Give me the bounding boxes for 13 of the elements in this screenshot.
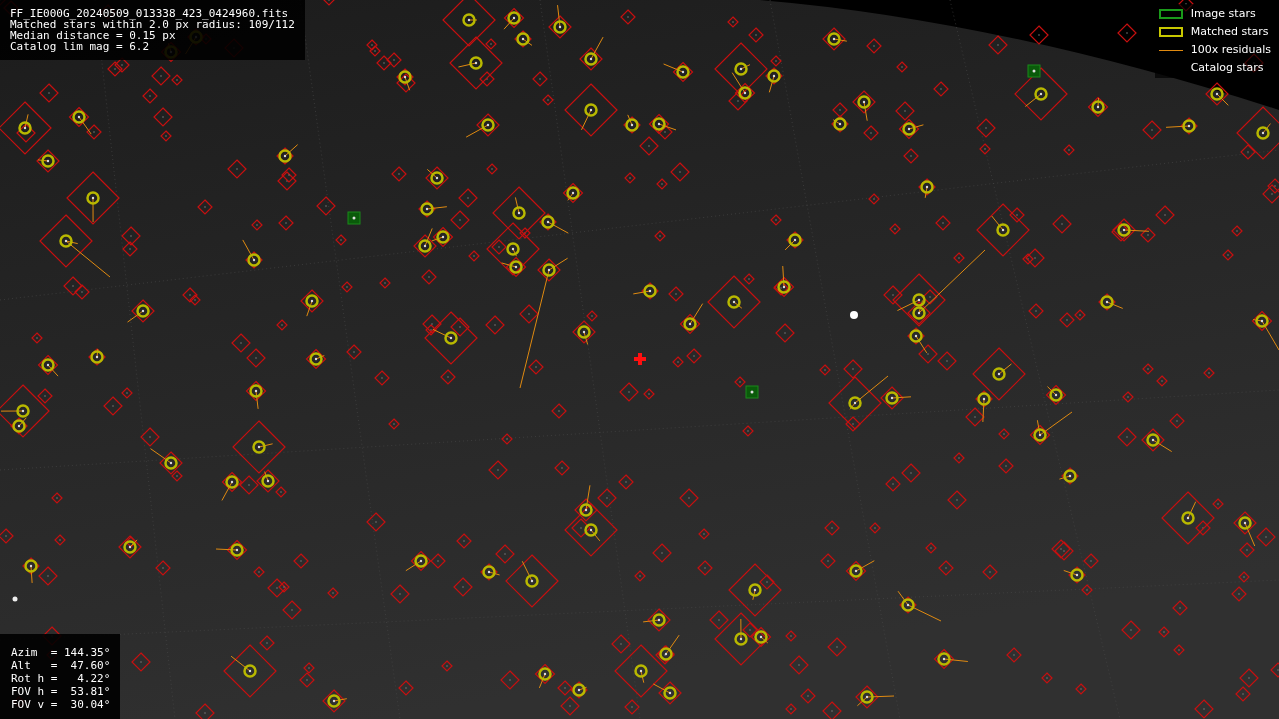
info-line: Median distance = 0.15 px — [10, 30, 176, 41]
info-line: FF_IE000G_20240509_013338_423_0424960.fits — [10, 8, 290, 19]
pointing-line: FOV h = 53.81° — [11, 685, 111, 698]
legend-label: Matched stars — [1190, 23, 1269, 40]
legend-label: 100x residuals — [1190, 41, 1271, 58]
legend-label: Catalog stars — [1190, 59, 1264, 76]
pointing-line: Azim = 144.35° — [11, 646, 111, 659]
pointing-line: FOV v = 30.04° — [11, 698, 111, 711]
info-line: Matched stars within 2.0 px radius: 109/112 — [10, 19, 295, 30]
info-line: Catalog lim mag = 6.2 — [10, 41, 151, 52]
legend-label: Image stars — [1190, 5, 1256, 22]
pointing-line: Alt = 47.60° — [11, 659, 111, 672]
pointing-line: Rot h = 4.22° — [11, 672, 111, 685]
